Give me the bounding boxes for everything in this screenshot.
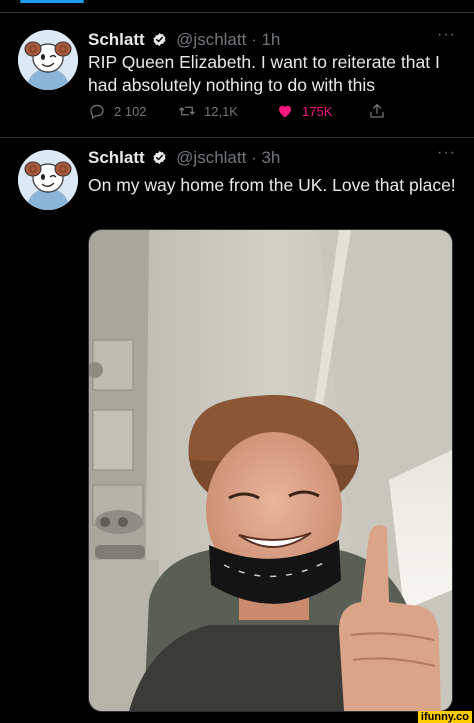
tweet-photo[interactable] (88, 229, 453, 712)
handle[interactable]: @jschlatt (176, 30, 246, 49)
tweet-1[interactable]: Schlatt @jschlatt · 1h ··· RIP Queen Eli… (0, 14, 474, 138)
handle[interactable]: @jschlatt (176, 148, 246, 167)
display-name[interactable]: Schlatt (88, 148, 145, 167)
watermark: ifunny.co (417, 711, 472, 723)
avatar[interactable] (18, 30, 78, 90)
tab-indicator (20, 0, 84, 3)
verified-badge-icon (153, 32, 166, 47)
more-icon[interactable]: ··· (437, 144, 456, 162)
share-button[interactable] (368, 102, 386, 120)
reply-icon (90, 104, 104, 119)
verified-badge-icon (153, 150, 166, 165)
tweet-header: Schlatt @jschlatt · 1h (88, 30, 458, 50)
avatar-cartoon-image (18, 150, 78, 210)
display-name[interactable]: Schlatt (88, 30, 145, 49)
tweet-header: Schlatt @jschlatt · 3h (88, 148, 458, 168)
like-button[interactable]: 175K (276, 102, 332, 120)
retweet-count: 12,1K (204, 103, 238, 119)
share-icon (370, 103, 384, 118)
retweet-button[interactable]: 12,1K (178, 102, 238, 120)
separator: · (251, 30, 257, 49)
reply-button[interactable]: 2 102 (88, 102, 147, 120)
divider (0, 12, 474, 13)
like-count: 175K (302, 103, 333, 119)
tweet-text: On my way home from the UK. Love that pl… (88, 175, 456, 195)
heart-icon (279, 105, 291, 118)
reply-count: 2 102 (114, 103, 147, 119)
avatar-cartoon-image (18, 30, 78, 90)
more-icon[interactable]: ··· (437, 26, 456, 44)
timestamp[interactable]: 1h (261, 30, 280, 49)
timestamp[interactable]: 3h (261, 148, 280, 167)
tweet-2[interactable]: Schlatt @jschlatt · 3h ··· On my way hom… (0, 138, 474, 723)
tweet-text: RIP Queen Elizabeth. I want to reiterate… (88, 52, 440, 95)
separator: · (251, 148, 257, 167)
airplane-selfie-image (89, 230, 452, 711)
avatar[interactable] (18, 150, 78, 210)
action-bar: 2 102 12,1K 175K (88, 102, 460, 124)
retweet-icon (179, 106, 195, 116)
